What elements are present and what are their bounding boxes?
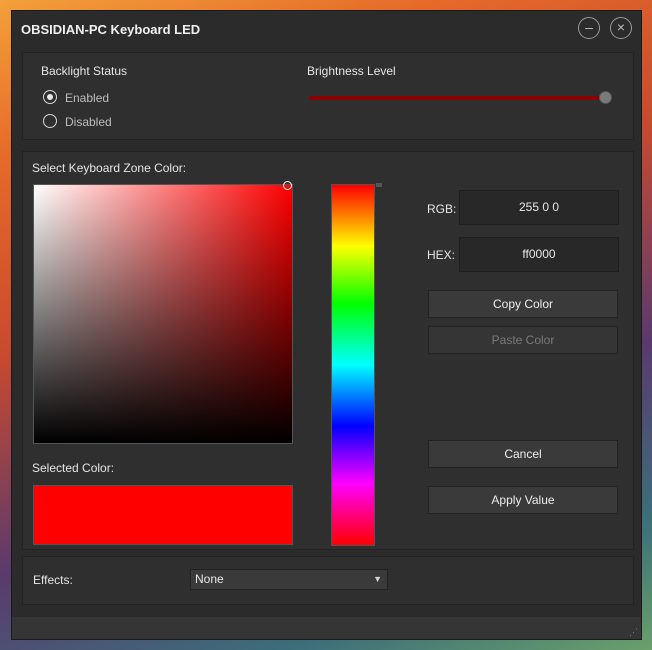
brightness-label: Brightness Level <box>307 64 396 78</box>
title-bar[interactable]: OBSIDIAN-PC Keyboard LED – × <box>12 11 641 49</box>
saturation-value-picker[interactable] <box>33 184 293 444</box>
cancel-button[interactable]: Cancel <box>428 440 618 468</box>
radio-enabled[interactable] <box>43 90 57 104</box>
backlight-status-label: Backlight Status <box>41 64 128 78</box>
rgb-field[interactable]: 255 0 0 <box>459 190 619 225</box>
chevron-down-icon: ▼ <box>373 574 382 584</box>
effects-dropdown[interactable]: None ▼ <box>190 569 388 590</box>
hex-label: HEX: <box>427 248 456 262</box>
window-title: OBSIDIAN-PC Keyboard LED <box>21 22 201 37</box>
hue-slider[interactable] <box>331 184 375 546</box>
hue-slider-marker[interactable] <box>376 183 382 187</box>
minimize-icon: – <box>585 19 593 35</box>
apply-value-button[interactable]: Apply Value <box>428 486 618 514</box>
brightness-slider-track[interactable] <box>309 96 607 100</box>
radio-disabled[interactable] <box>43 114 57 128</box>
close-icon: × <box>616 19 626 35</box>
copy-color-button[interactable]: Copy Color <box>428 290 618 318</box>
minimize-button[interactable]: – <box>578 17 600 39</box>
radio-disabled-label[interactable]: Disabled <box>65 115 112 129</box>
brightness-slider-handle[interactable] <box>599 91 612 104</box>
effects-label: Effects: <box>33 573 73 587</box>
rgb-label: RGB: <box>427 202 457 216</box>
keyboard-led-window: OBSIDIAN-PC Keyboard LED – × Backlight S… <box>11 10 642 640</box>
selected-color-label: Selected Color: <box>32 461 115 475</box>
status-bar: ⋰ <box>12 617 641 639</box>
color-picker-cursor[interactable] <box>283 181 292 190</box>
radio-enabled-label[interactable]: Enabled <box>65 91 109 105</box>
hex-field[interactable]: ff0000 <box>459 237 619 272</box>
selected-color-swatch <box>33 485 293 545</box>
zone-color-label: Select Keyboard Zone Color: <box>32 161 187 175</box>
close-button[interactable]: × <box>610 17 632 39</box>
resize-grip-icon[interactable]: ⋰ <box>629 627 639 637</box>
effects-selected-value: None <box>195 572 224 586</box>
paste-color-button[interactable]: Paste Color <box>428 326 618 354</box>
